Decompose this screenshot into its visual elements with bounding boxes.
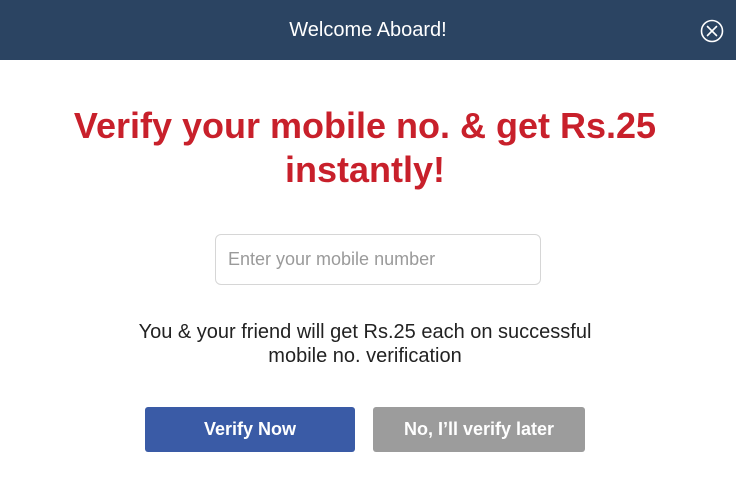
verify-now-button[interactable]: Verify Now [145, 407, 355, 452]
verify-later-button[interactable]: No, I’ll verify later [373, 407, 585, 452]
close-button[interactable] [700, 19, 724, 43]
welcome-modal: Welcome Aboard! Verify your mobile no. &… [0, 0, 736, 486]
offer-headline: Verify your mobile no. & get Rs.25 insta… [73, 105, 657, 190]
referral-info-text: You & your friend will get Rs.25 each on… [138, 321, 592, 367]
modal-title: Welcome Aboard! [289, 19, 447, 41]
mobile-number-input[interactable] [215, 234, 541, 285]
close-circle-icon [700, 19, 724, 43]
modal-header: Welcome Aboard! [0, 0, 736, 60]
